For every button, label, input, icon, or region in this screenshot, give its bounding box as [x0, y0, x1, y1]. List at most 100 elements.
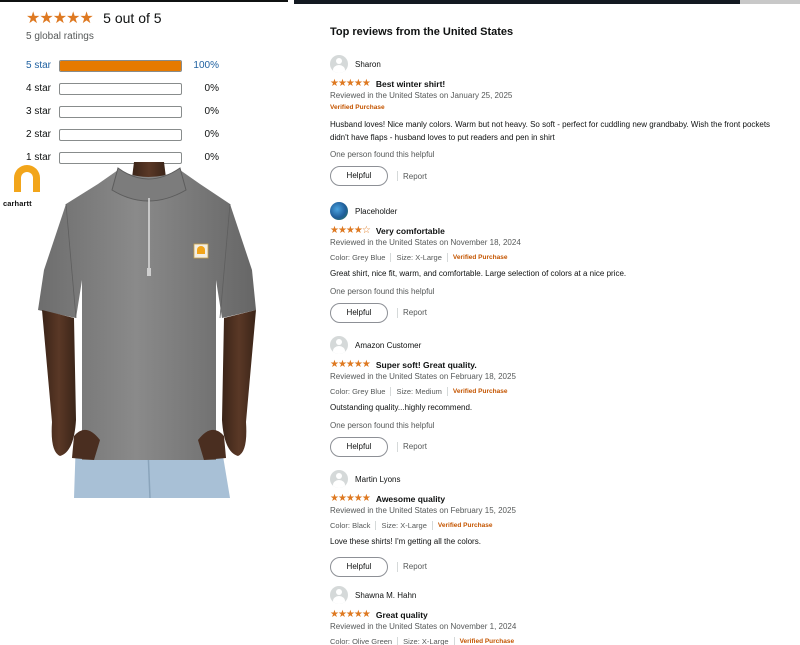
histogram-percent: 0% [204, 83, 219, 94]
review-card: Martin Lyons ★★★★★ Awesome quality Revie… [330, 470, 790, 577]
verified-purchase-badge: Verified Purchase [452, 387, 508, 395]
reviewer-profile[interactable]: Shawna M. Hahn [330, 586, 790, 604]
reviewer-name: Sharon [355, 59, 381, 69]
variant-divider [446, 386, 448, 396]
action-divider [397, 561, 398, 572]
histogram-label: 4 star [26, 83, 52, 94]
review-variant: Color: Grey Blue Size: X-Large Verified … [330, 251, 790, 263]
reviewer-name: Amazon Customer [355, 340, 422, 350]
helpful-button[interactable]: Helpful [330, 302, 388, 323]
rating-histogram: 5 star 100% 4 star 0% 3 star 0% 2 star 0… [26, 54, 226, 169]
histogram-percent: 0% [204, 129, 219, 140]
default-avatar-icon [330, 586, 348, 604]
review-title[interactable]: Great quality [376, 610, 428, 620]
review-stars-icon: ★★★★☆ [330, 225, 371, 236]
variant-divider [431, 520, 433, 530]
review-date: Reviewed in the United States on Novembe… [330, 622, 517, 631]
helpful-button[interactable]: Helpful [330, 436, 388, 457]
review-date: Reviewed in the United States on Novembe… [330, 238, 521, 247]
top-divider [0, 0, 288, 2]
histogram-label: 5 star [26, 60, 52, 71]
helpful-button[interactable]: Helpful [330, 556, 388, 577]
variant-divider [397, 636, 399, 645]
variant-color: Color: Grey Blue [330, 386, 386, 396]
product-image [38, 162, 256, 498]
reviewer-profile[interactable]: Amazon Customer [330, 336, 790, 354]
histogram-label: 2 star [26, 129, 52, 140]
variant-divider [375, 520, 377, 530]
review-body: Husband loves! Nice manly colors. Warm b… [330, 120, 771, 142]
action-divider [397, 171, 398, 181]
review-card: Placeholder ★★★★☆ Very comfortable Revie… [330, 202, 790, 323]
variant-size: Size: Medium [396, 386, 442, 396]
variant-color: Color: Olive Green [330, 636, 393, 645]
review-title[interactable]: Super soft! Great quality. [376, 360, 477, 370]
top-bar-accent [740, 0, 800, 4]
variant-color: Color: Black [330, 520, 371, 530]
reviewer-name: Shawna M. Hahn [355, 590, 417, 600]
reviews-heading: Top reviews from the United States [330, 26, 514, 38]
summary-stars-icon: ★★★★★ [26, 10, 94, 27]
photo-avatar-icon [330, 202, 348, 220]
histogram-percent: 0% [204, 106, 219, 117]
default-avatar-icon [330, 55, 348, 73]
reviewer-name: Placeholder [355, 206, 398, 216]
reviewer-profile[interactable]: Sharon [330, 55, 790, 73]
review-stars-icon: ★★★★★ [330, 609, 371, 620]
histogram-row-4-star[interactable]: 4 star 0% [26, 77, 226, 100]
report-link[interactable]: Report [403, 172, 427, 181]
variant-divider [446, 252, 448, 262]
histogram-fill [60, 60, 181, 71]
verified-purchase-badge: Verified Purchase [437, 521, 493, 529]
review-body: Great shirt, nice fit, warm, and comfort… [330, 269, 627, 278]
rating-summary: ★★★★★ 5 out of 5 [26, 8, 162, 28]
helpful-count: One person found this helpful [330, 420, 435, 430]
action-divider [397, 441, 398, 452]
variant-divider [390, 386, 392, 396]
variant-divider [453, 636, 455, 645]
average-rating-text: 5 out of 5 [103, 10, 162, 26]
histogram-bar [59, 82, 182, 95]
review-card: Sharon ★★★★★ Best winter shirt! Reviewed… [330, 55, 790, 186]
variant-size: Size: X-Large [396, 252, 442, 262]
review-body: Love these shirts! I'm getting all the c… [330, 537, 481, 546]
histogram-row-3-star[interactable]: 3 star 0% [26, 100, 226, 123]
brand-logo-text: carhartt [3, 199, 32, 208]
variant-divider [390, 252, 392, 262]
report-link[interactable]: Report [403, 562, 427, 571]
review-body: Outstanding quality...highly recommend. [330, 403, 473, 412]
review-variant: Color: Grey Blue Size: Medium Verified P… [330, 385, 790, 397]
review-stars-icon: ★★★★★ [330, 359, 371, 370]
histogram-row-5-star[interactable]: 5 star 100% [26, 54, 226, 77]
review-variant: Color: Olive Green Size: X-Large Verifie… [330, 635, 790, 645]
action-divider [397, 307, 398, 318]
review-title[interactable]: Best winter shirt! [376, 79, 445, 89]
histogram-row-2-star[interactable]: 2 star 0% [26, 123, 226, 146]
reviewer-profile[interactable]: Placeholder [330, 202, 790, 220]
histogram-bar [59, 59, 182, 72]
review-date: Reviewed in the United States on January… [330, 91, 513, 100]
histogram-percent: 100% [193, 60, 219, 71]
review-card: Shawna M. Hahn ★★★★★ Great quality Revie… [330, 586, 790, 645]
review-date: Reviewed in the United States on Februar… [330, 372, 516, 381]
review-variant: Color: Black Size: X-Large Verified Purc… [330, 519, 790, 531]
report-link[interactable]: Report [403, 442, 427, 451]
variant-color: Color: Grey Blue [330, 252, 386, 262]
review-card: Amazon Customer ★★★★★ Super soft! Great … [330, 336, 790, 457]
default-avatar-icon [330, 470, 348, 488]
global-ratings-count: 5 global ratings [26, 31, 94, 42]
review-title[interactable]: Very comfortable [376, 226, 445, 236]
review-stars-icon: ★★★★★ [330, 493, 371, 504]
histogram-bar [59, 105, 182, 118]
report-link[interactable]: Report [403, 308, 427, 317]
histogram-bar [59, 128, 182, 141]
helpful-count: One person found this helpful [330, 286, 435, 296]
review-title[interactable]: Awesome quality [376, 494, 445, 504]
verified-purchase-badge: Verified Purchase [459, 637, 515, 645]
variant-size: Size: X-Large [381, 520, 427, 530]
helpful-count: One person found this helpful [330, 150, 435, 159]
review-stars-icon: ★★★★★ [330, 78, 371, 89]
reviewer-profile[interactable]: Martin Lyons [330, 470, 790, 488]
verified-purchase-badge: Verified Purchase [452, 253, 508, 261]
helpful-button[interactable]: Helpful [330, 166, 388, 186]
